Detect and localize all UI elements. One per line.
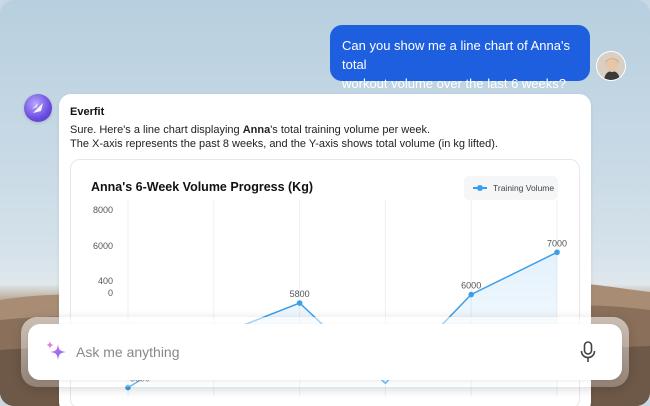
assistant-text: 's total training volume per week. — [270, 124, 431, 136]
assistant-message-line: Sure. Here's a line chart displaying Ann… — [70, 124, 430, 136]
user-message-bubble: Can you show me a line chart of Anna's t… — [330, 25, 590, 91]
microphone-icon[interactable] — [578, 340, 598, 364]
chart-data-point[interactable] — [554, 249, 560, 256]
chart-data-point[interactable] — [468, 291, 475, 298]
sparkle-icon[interactable] — [43, 339, 69, 365]
assistant-text-bold: Anna — [242, 124, 271, 136]
assistant-message-line: The X-axis represents the past 8 weeks, … — [70, 138, 498, 150]
user-message-line: workout volume over the last 6 weeks? — [342, 76, 566, 91]
user-message-line: Can you show me a line chart of Anna's t… — [342, 38, 570, 72]
chart-data-label: 5800 — [290, 289, 310, 299]
composer-container — [21, 317, 629, 387]
y-tick-label: 0 — [108, 288, 113, 298]
ask-input[interactable] — [76, 339, 556, 365]
chart-data-label: 6000 — [461, 281, 481, 291]
y-tick-label: 400 — [98, 276, 113, 286]
y-tick-label: 8000 — [93, 205, 113, 215]
chart-data-label: 7000 — [547, 238, 567, 248]
composer — [28, 324, 622, 380]
assistant-name: Everfit — [70, 106, 105, 118]
y-tick-label: 6000 — [93, 241, 113, 251]
user-avatar[interactable] — [596, 51, 626, 81]
assistant-text: Sure. Here's a line chart displaying — [70, 124, 243, 136]
chart-data-point[interactable] — [296, 300, 303, 306]
everfit-logo-icon — [24, 94, 52, 122]
